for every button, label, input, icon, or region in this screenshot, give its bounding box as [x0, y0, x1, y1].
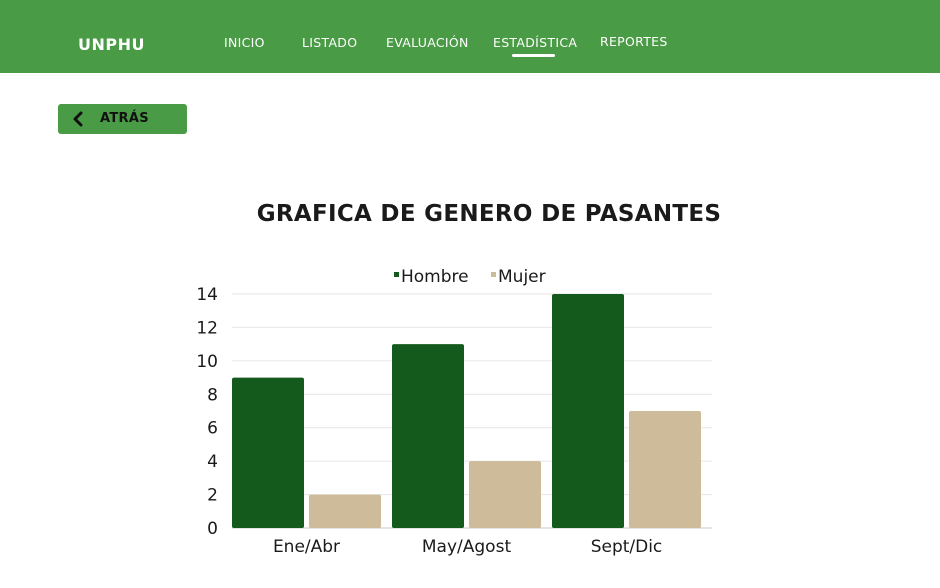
y-tick-label: 8 [207, 385, 218, 405]
legend-label-mujer: Mujer [498, 267, 546, 287]
y-tick-label: 6 [207, 419, 218, 439]
legend-label-hombre: Hombre [401, 267, 469, 287]
y-tick-label: 2 [207, 486, 218, 506]
bar-mujer [629, 411, 701, 528]
legend-swatch-mujer [491, 272, 496, 277]
y-tick-label: 0 [207, 519, 218, 539]
gender-bar-chart: 0 2 4 6 8 10 12 14 Ene/Abr May/Agost Sept/Dic Hombr… [196, 267, 712, 557]
bar-hombre [232, 377, 304, 528]
bar-hombre [552, 294, 624, 528]
x-category-label: Sept/Dic [591, 537, 663, 557]
bar-mujer [469, 461, 541, 528]
x-category-label: May/Agost [422, 537, 512, 557]
bar-mujer [309, 494, 381, 528]
y-tick-label: 4 [207, 452, 218, 472]
y-tick-label: 10 [196, 352, 218, 372]
y-tick-label: 12 [196, 318, 218, 338]
bar-hombre [392, 344, 464, 528]
x-category-label: Ene/Abr [273, 537, 340, 557]
legend-swatch-hombre [394, 272, 399, 277]
y-tick-label: 14 [196, 285, 218, 305]
